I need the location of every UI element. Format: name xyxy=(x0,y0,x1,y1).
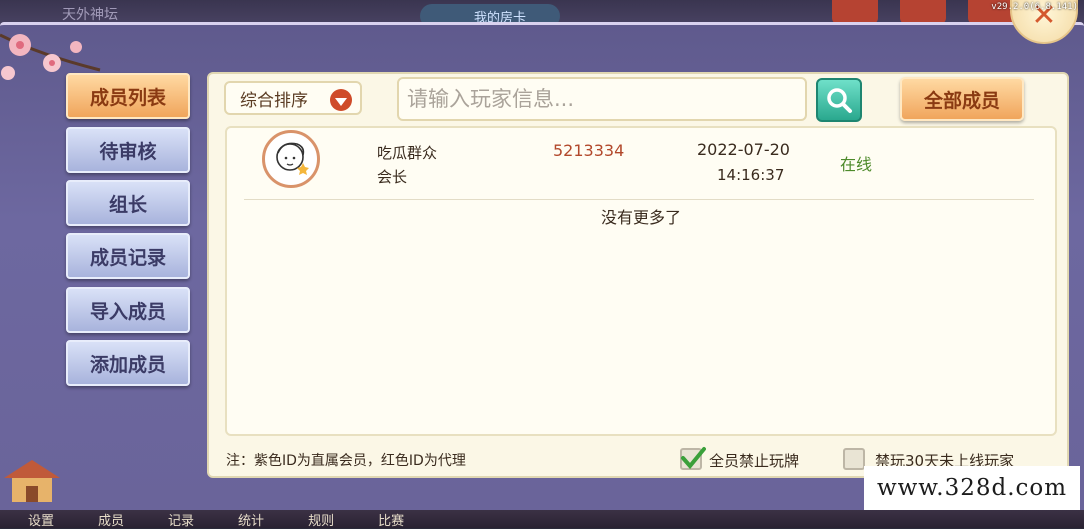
background-button xyxy=(832,0,878,24)
join-time: 14:16:37 xyxy=(717,166,785,184)
background-buttons xyxy=(832,0,1014,24)
tab-import-members[interactable]: 导入成员 xyxy=(66,287,190,333)
nav-item-rules[interactable]: 规则 xyxy=(308,510,334,529)
tab-member-list[interactable]: 成员列表 xyxy=(66,73,190,119)
chevron-down-icon xyxy=(330,89,352,111)
checkmark-icon xyxy=(681,447,706,470)
id-color-note: 注：紫色ID为直属会员，红色ID为代理 xyxy=(226,453,466,469)
nav-item-settings[interactable]: 设置 xyxy=(28,510,54,529)
nav-item-records[interactable]: 记录 xyxy=(168,510,194,529)
search-input[interactable] xyxy=(397,77,807,121)
sort-label: 综合排序 xyxy=(240,90,308,111)
join-date: 2022-07-20 xyxy=(697,140,790,159)
nav-item-stats[interactable]: 统计 xyxy=(238,510,264,529)
pavilion-decoration xyxy=(4,460,60,502)
tab-add-member[interactable]: 添加成员 xyxy=(66,340,190,386)
version-label: v29.2.0(6.8.141) xyxy=(991,2,1078,12)
tab-label: 成员列表 xyxy=(89,86,166,109)
search-icon xyxy=(827,88,852,113)
row-divider xyxy=(244,199,1034,200)
tab-label: 组长 xyxy=(108,193,147,216)
member-name: 吃瓜群众 xyxy=(377,144,438,162)
member-role: 会长 xyxy=(377,168,408,186)
tab-member-records[interactable]: 成员记录 xyxy=(66,233,190,279)
background-button xyxy=(900,0,946,24)
tab-label: 添加成员 xyxy=(89,353,166,376)
watermark: www.328d.com xyxy=(864,466,1080,510)
no-more-label: 没有更多了 xyxy=(600,208,681,227)
tab-pending-review[interactable]: 待审核 xyxy=(66,127,190,173)
background-title: 天外神坛 xyxy=(62,7,118,23)
all-members-label: 全部成员 xyxy=(923,89,1000,112)
status-badge: 在线 xyxy=(840,155,873,174)
tab-label: 导入成员 xyxy=(89,300,166,323)
ban-all-checkbox[interactable] xyxy=(680,447,706,470)
tab-label: 成员记录 xyxy=(89,246,166,269)
search-button[interactable] xyxy=(816,78,862,122)
avatar[interactable] xyxy=(262,130,320,188)
ban-all-label: 全员禁止玩牌 xyxy=(709,452,800,470)
tab-group-leader[interactable]: 组长 xyxy=(66,180,190,226)
tab-label: 待审核 xyxy=(99,140,157,163)
avatar-icon xyxy=(276,142,309,175)
watermark-text: www.328d.com xyxy=(876,475,1068,501)
ban-inactive-checkbox[interactable] xyxy=(843,448,865,470)
nav-item-match[interactable]: 比赛 xyxy=(378,510,404,529)
all-members-button[interactable]: 全部成员 xyxy=(900,77,1024,121)
member-id: 5213334 xyxy=(553,141,625,160)
nav-item-members[interactable]: 成员 xyxy=(98,510,124,529)
sort-dropdown[interactable]: 综合排序 xyxy=(224,81,362,115)
member-list: 没有更多了 xyxy=(225,126,1057,436)
bottom-nav: 设置 成员 记录 统计 规则 比赛 xyxy=(0,510,1084,529)
